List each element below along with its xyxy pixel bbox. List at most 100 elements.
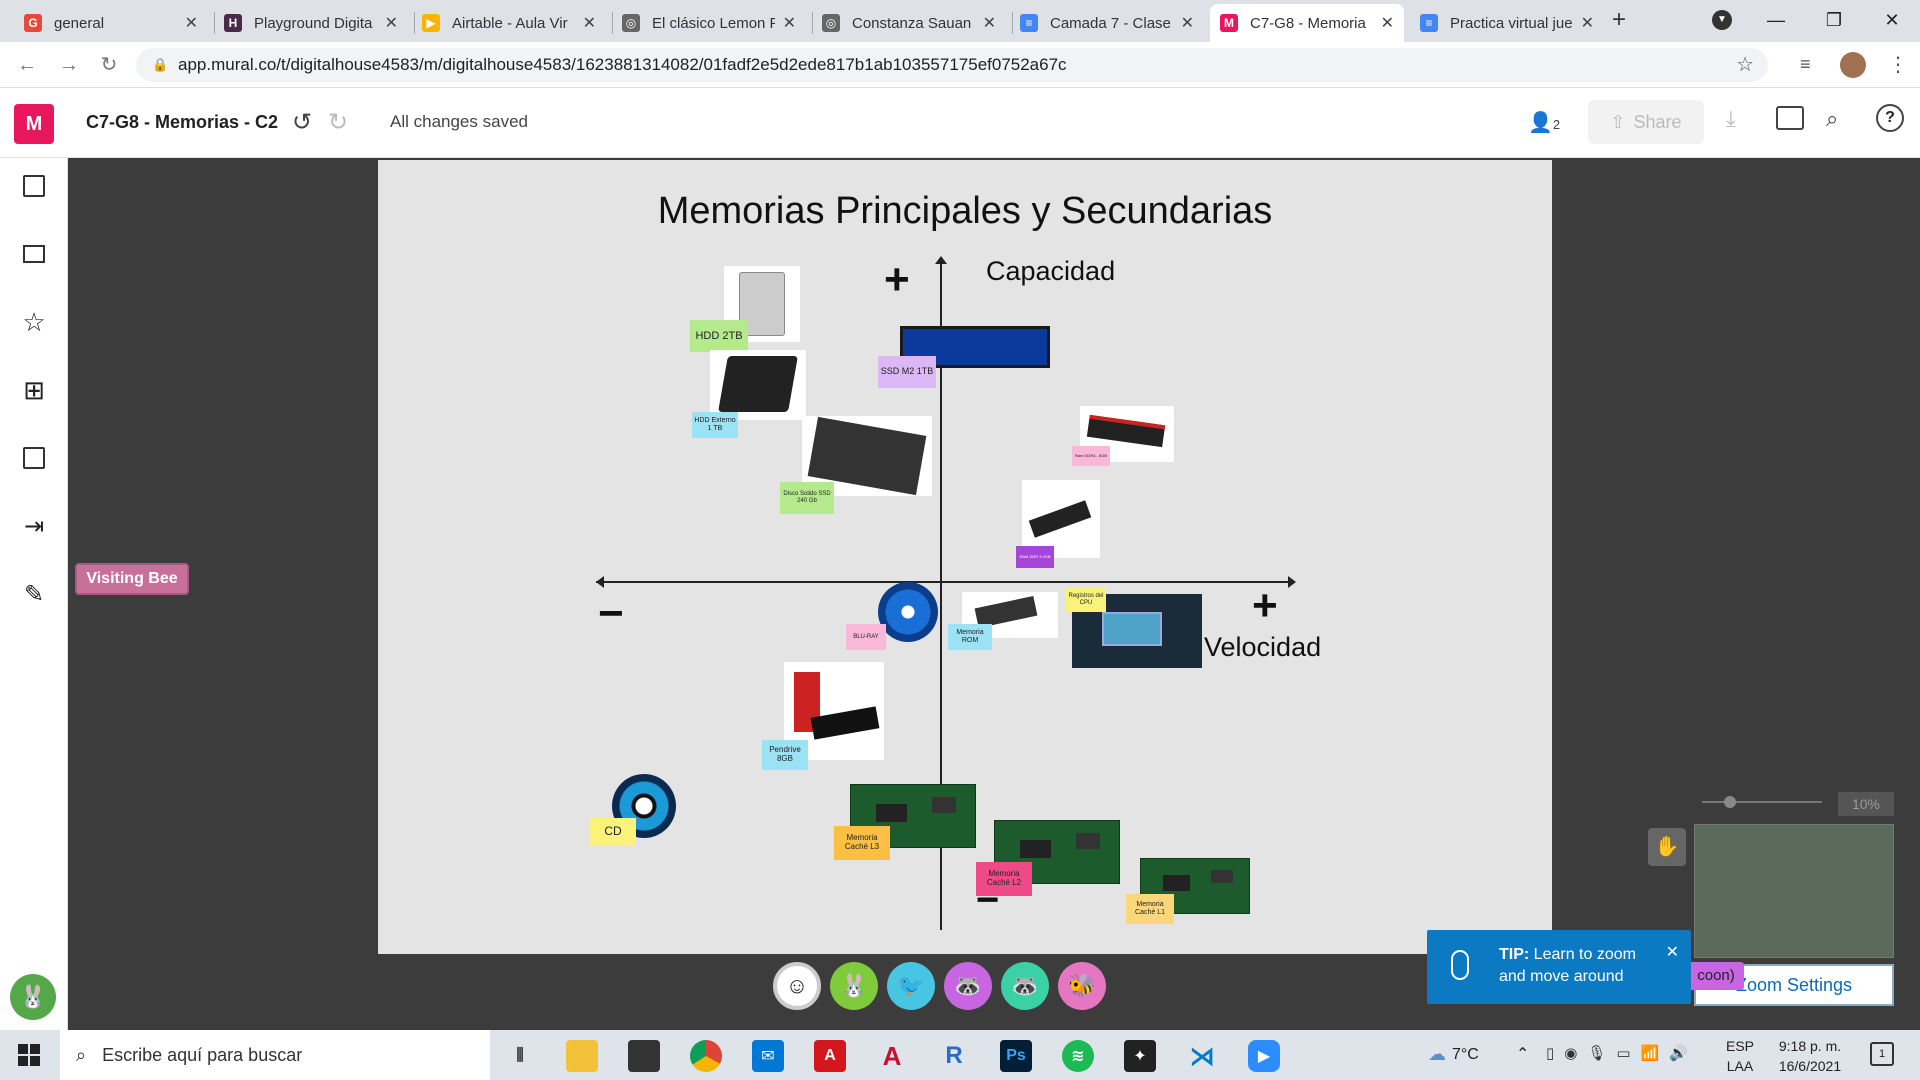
browser-tab[interactable]: ≡ Camada 7 - Clase ✕ [1010, 4, 1204, 42]
mail-icon[interactable]: ✉ [752, 1040, 784, 1072]
redo-icon[interactable]: ↻ [328, 108, 348, 137]
undo-icon[interactable]: ↺ [292, 108, 312, 137]
taskbar-search[interactable]: ⌕ Escribe aquí para buscar [60, 1030, 490, 1080]
help-icon[interactable]: ? [1876, 104, 1904, 132]
import-icon[interactable]: ⇥ [20, 512, 48, 540]
collaborator-bird-avatar[interactable]: 🐦 [887, 962, 935, 1010]
mural-title[interactable]: C7-G8 - Memorias - C2 [86, 112, 278, 133]
collaborator-rabbit-avatar[interactable]: 🐰 [830, 962, 878, 1010]
url-input[interactable]: 🔒 app.mural.co/t/digitalhouse4583/m/digi… [136, 48, 1768, 82]
r-icon[interactable]: R [938, 1040, 970, 1072]
tab-close-icon[interactable]: ✕ [583, 13, 596, 33]
comments-icon[interactable] [1776, 106, 1804, 130]
tab-close-icon[interactable]: ✕ [783, 13, 796, 33]
clock[interactable]: 9:18 p. m. 16/6/2021 [1772, 1036, 1848, 1076]
sticky-pendrive[interactable]: Pendrive 8GB [762, 740, 808, 770]
tab-close-icon[interactable]: ✕ [1181, 13, 1194, 33]
lang-line1: ESP [1726, 1038, 1755, 1054]
browser-tab[interactable]: ≡ Practica virtual jue ✕ [1410, 4, 1604, 42]
download-icon[interactable]: ⤓ [1726, 106, 1736, 132]
file-explorer-icon[interactable] [566, 1040, 598, 1072]
sticky-l3[interactable]: Memoria Caché L3 [834, 826, 890, 860]
tab-close-icon[interactable]: ✕ [185, 13, 198, 33]
star-icon[interactable]: ☆ [20, 307, 48, 337]
back-icon[interactable]: ← [12, 50, 42, 80]
visitor-avatar[interactable]: 🐰 [10, 974, 56, 1020]
mural-board[interactable]: Memorias Principales y Secundarias Capac… [378, 160, 1552, 954]
spotify-icon[interactable]: ≋ [1062, 1040, 1094, 1072]
tab-close-icon[interactable]: ✕ [1381, 13, 1394, 33]
windows-start-icon[interactable] [18, 1044, 40, 1066]
sticky-bluray[interactable]: BLU-RAY [846, 624, 886, 650]
tab-close-icon[interactable]: ✕ [1581, 13, 1594, 33]
browser-tab[interactable]: ◎ El clásico Lemon P ✕ [612, 4, 806, 42]
collaborator-bee-avatar[interactable]: 🐝 [1058, 962, 1106, 1010]
collaborators-button[interactable]: 👤2 [1528, 110, 1560, 135]
notification-icon[interactable]: 1 [1870, 1042, 1894, 1066]
sticky-cd[interactable]: CD [590, 818, 636, 846]
tab-close-icon[interactable]: ✕ [983, 13, 996, 33]
browser-tab[interactable]: H Playground Digita ✕ [214, 4, 408, 42]
image-icon[interactable] [20, 444, 48, 472]
language-indicator[interactable]: ESP LAA [1726, 1036, 1754, 1076]
grid-icon[interactable]: ⊞ [20, 375, 48, 405]
sticky-rom[interactable]: Memoria ROM [948, 624, 992, 650]
chrome-icon[interactable] [690, 1040, 722, 1072]
photoshop-icon[interactable]: Ps [1000, 1040, 1032, 1072]
task-view-icon[interactable]: ⫼ [504, 1040, 536, 1072]
sticky-note-icon[interactable] [20, 172, 48, 200]
zoom-percent[interactable]: 10% [1838, 792, 1894, 816]
sticky-l1[interactable]: Memoria Caché L1 [1126, 894, 1174, 924]
minimize-button[interactable]: — [1748, 0, 1804, 40]
sticky-hdd2tb[interactable]: HDD 2TB [690, 320, 748, 352]
external-hdd-image[interactable] [710, 350, 806, 420]
zoom-slider-handle[interactable] [1724, 796, 1736, 808]
zoom-slider[interactable] [1702, 796, 1822, 808]
maximize-button[interactable]: ❐ [1806, 0, 1862, 40]
sticky-ramddr4[interactable]: Ram DDR4 - 8GB [1072, 446, 1110, 466]
weather-icon[interactable]: ☁ [1428, 1044, 1446, 1065]
media-control-icon[interactable]: ≡ [1800, 54, 1811, 75]
vscode-icon[interactable]: ⋊ [1186, 1040, 1218, 1072]
sticky-l2[interactable]: Memoria Caché L2 [976, 862, 1032, 896]
search-icon[interactable]: ⌕ [1826, 106, 1838, 132]
pen-icon[interactable]: ✎ [20, 580, 48, 608]
chrome-menu-icon[interactable]: ⋮ [1888, 52, 1908, 77]
bookmark-star-icon[interactable]: ☆ [1736, 48, 1754, 82]
mural-logo[interactable]: M [14, 104, 54, 144]
browser-tab[interactable]: Ggeneral ✕ [14, 4, 208, 42]
reaction-button[interactable]: ☺ [773, 962, 821, 1010]
sticky-reg[interactable]: Registros del CPU [1066, 588, 1106, 612]
minimap[interactable] [1694, 824, 1894, 958]
mural-header: M C7-G8 - Memorias - C2 ↺ ↻ All changes … [0, 88, 1920, 158]
acrobat-icon[interactable]: A [814, 1040, 846, 1072]
close-tip-icon[interactable]: ✕ [1666, 942, 1679, 962]
new-tab-button[interactable]: + [1612, 6, 1626, 34]
hand-tool-icon[interactable]: ✋ [1648, 828, 1686, 866]
tray-chevron-icon[interactable]: ⌃ [1516, 1044, 1529, 1064]
tab-search-icon[interactable]: ▼ [1712, 10, 1732, 30]
forward-icon[interactable]: → [54, 50, 84, 80]
share-button[interactable]: ⇧ Share [1588, 100, 1704, 144]
browser-tab[interactable]: ◎ Constanza Sauan ✕ [812, 4, 1006, 42]
sticky-ram3[interactable]: RAM DDR 3 4GB [1016, 546, 1054, 568]
profile-avatar[interactable] [1840, 52, 1866, 78]
text-box-icon[interactable] [20, 240, 48, 268]
access-icon[interactable]: A [876, 1040, 908, 1072]
temperature[interactable]: 7°C [1452, 1046, 1479, 1064]
collaborator-raccoon-avatar[interactable]: 🦝 [944, 962, 992, 1010]
tray-icons[interactable]: ▯◉🎙▭📶🔊 [1546, 1044, 1698, 1062]
store-icon[interactable] [628, 1040, 660, 1072]
collaborator-raccoon2-avatar[interactable]: 🦝 [1001, 962, 1049, 1010]
close-window-button[interactable]: ✕ [1864, 0, 1920, 40]
browser-tab[interactable]: ▶ Airtable - Aula Vir ✕ [412, 4, 606, 42]
tab-title: Camada 7 - Clase [1050, 14, 1171, 32]
reload-icon[interactable]: ↻ [94, 50, 124, 80]
sticky-ssd240[interactable]: Disco Solido SSD 240 Gb [780, 482, 834, 514]
tab-close-icon[interactable]: ✕ [385, 13, 398, 33]
sticky-ssdm2[interactable]: SSD M2 1TB [878, 356, 936, 388]
browser-tab[interactable]: M C7-G8 - Memoria ✕ [1210, 4, 1404, 42]
zoom-app-icon[interactable]: ▶ [1248, 1040, 1280, 1072]
figma-icon[interactable]: ✦ [1124, 1040, 1156, 1072]
sticky-hddext[interactable]: HDD Externo 1 TB [692, 412, 738, 438]
